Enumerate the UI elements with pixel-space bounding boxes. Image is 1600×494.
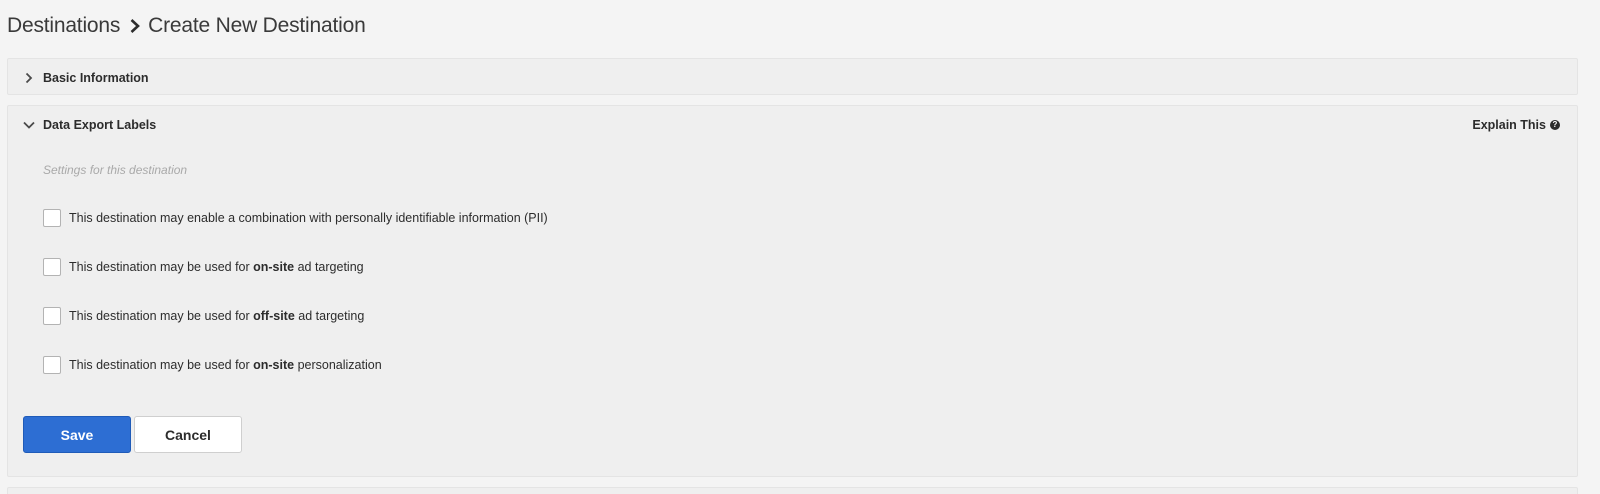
option-pii: This destination may enable a combinatio…: [43, 209, 548, 227]
pii-checkbox[interactable]: [43, 209, 61, 227]
option-label: This destination may be used for off-sit…: [69, 309, 365, 323]
breadcrumb: Destinations Create New Destination: [7, 14, 366, 38]
chevron-right-icon: [129, 18, 141, 34]
onsite-ad-targeting-checkbox[interactable]: [43, 258, 61, 276]
data-export-labels-section: Data Export Labels Explain This ? Settin…: [7, 105, 1578, 477]
chevron-right-icon: [22, 71, 36, 85]
cancel-button[interactable]: Cancel: [134, 416, 242, 453]
basic-information-section: Basic Information: [7, 58, 1578, 95]
settings-note: Settings for this destination: [43, 163, 188, 177]
data-export-labels-header[interactable]: Data Export Labels: [8, 106, 1577, 143]
save-button[interactable]: Save: [23, 416, 131, 453]
option-label: This destination may enable a combinatio…: [69, 211, 548, 225]
basic-information-header[interactable]: Basic Information: [8, 59, 1577, 96]
breadcrumb-current: Create New Destination: [148, 14, 366, 37]
option-label: This destination may be used for on-site…: [69, 260, 364, 274]
option-onsite-personalization: This destination may be used for on-site…: [43, 356, 382, 374]
basic-information-title: Basic Information: [43, 70, 149, 85]
option-offsite-ad-targeting: This destination may be used for off-sit…: [43, 307, 364, 325]
offsite-ad-targeting-checkbox[interactable]: [43, 307, 61, 325]
option-label: This destination may be used for on-site…: [69, 358, 382, 372]
explain-this-link[interactable]: Explain This ?: [1472, 118, 1560, 132]
option-onsite-ad-targeting: This destination may be used for on-site…: [43, 258, 364, 276]
question-circle-icon: ?: [1550, 120, 1560, 130]
breadcrumb-parent[interactable]: Destinations: [7, 14, 120, 38]
collapsed-section[interactable]: [7, 487, 1578, 494]
data-export-labels-title: Data Export Labels: [43, 117, 157, 132]
onsite-personalization-checkbox[interactable]: [43, 356, 61, 374]
chevron-down-icon: [22, 118, 36, 132]
explain-this-label: Explain This: [1472, 118, 1546, 132]
